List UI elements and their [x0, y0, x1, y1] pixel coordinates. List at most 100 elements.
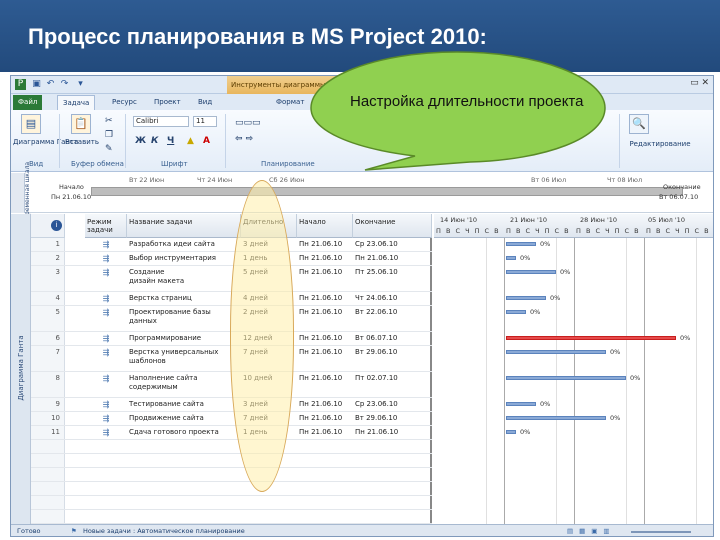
gantt-view-icon[interactable]: ▤ [21, 114, 41, 134]
tab-file[interactable]: Файл [13, 95, 43, 110]
tab-format[interactable]: Формат [271, 95, 309, 110]
task-start[interactable]: Пн 21.06.10 [297, 266, 353, 279]
undo-icon[interactable]: ↶ [45, 79, 56, 90]
task-start[interactable]: Пн 21.06.10 [297, 412, 353, 425]
task-name[interactable]: Сдача готового проекта [127, 426, 241, 439]
gantt-bar[interactable] [506, 256, 516, 260]
task-start[interactable]: Пн 21.06.10 [297, 252, 353, 265]
save-icon[interactable]: ▣ [31, 79, 42, 90]
task-end[interactable]: Вт 29.06.10 [353, 346, 413, 359]
timeline[interactable]: Временная шкала Вт 22 Июн Чт 24 Июн Сб 2… [11, 162, 713, 219]
task-end[interactable]: Пт 25.06.10 [353, 266, 413, 279]
bold-button[interactable]: Ж [135, 136, 146, 146]
gantt-bar[interactable] [506, 296, 546, 300]
task-end[interactable]: Вт 29.06.10 [353, 412, 413, 425]
task-name[interactable]: Наполнение сайта содержимым [127, 372, 241, 394]
task-start[interactable]: Пн 21.06.10 [297, 398, 353, 411]
task-end[interactable]: Чт 24.06.10 [353, 292, 413, 305]
gantt-bar[interactable] [506, 310, 526, 314]
tab-task[interactable]: Задача [57, 95, 96, 110]
edit-button[interactable]: Редактирование [625, 140, 695, 148]
task-start[interactable]: Пн 21.06.10 [297, 306, 353, 319]
table-row[interactable]: 10⇶Продвижение сайта7 днейПн 21.06.10Вт … [31, 412, 432, 426]
task-end[interactable]: Вт 22.06.10 [353, 306, 413, 319]
task-name[interactable]: Выбор инструментария [127, 252, 241, 265]
task-end[interactable]: Вт 06.07.10 [353, 332, 413, 345]
font-color-icon[interactable]: A [203, 136, 210, 146]
task-name[interactable]: Верстка универсальных шаблонов [127, 346, 241, 368]
find-icon[interactable]: 🔍 [629, 114, 649, 134]
task-end[interactable]: Ср 23.06.10 [353, 398, 413, 411]
table-row[interactable]: 1⇶Разработка идеи сайта3 днейПн 21.06.10… [31, 238, 432, 252]
cut-icon[interactable]: ✂ [105, 116, 113, 126]
window-controls-icon[interactable]: ▭ ✕ [690, 78, 709, 88]
tab-view[interactable]: Вид [193, 95, 217, 110]
task-name[interactable]: Проектирование базы данных [127, 306, 241, 328]
redo-icon[interactable]: ↷ [59, 79, 70, 90]
table-row[interactable]: 2⇶Выбор инструментария1 деньПн 21.06.10П… [31, 252, 432, 266]
fill-color-icon[interactable]: ▲ [187, 136, 194, 146]
row-id [31, 440, 65, 453]
font-size-combo[interactable]: 11 [193, 116, 217, 127]
italic-button[interactable]: К [151, 136, 158, 146]
zoom-slider[interactable] [631, 531, 691, 533]
task-name[interactable]: Верстка страниц [127, 292, 241, 305]
view-shortcuts-icon[interactable]: ▤▦▣▥ [567, 525, 616, 536]
task-end[interactable]: Пн 21.06.10 [353, 252, 413, 265]
column-header-start[interactable]: Начало [297, 214, 353, 238]
gantt-chart[interactable]: 14 Июн '10 21 Июн '10 28 Июн '10 05 Июл … [434, 214, 713, 524]
task-start[interactable]: Пн 21.06.10 [297, 346, 353, 359]
gantt-bar[interactable] [506, 350, 606, 354]
font-name-combo[interactable]: Calibri [133, 116, 189, 127]
auto-schedule-icon: ⇶ [102, 348, 110, 357]
task-start[interactable]: Пн 21.06.10 [297, 372, 353, 385]
row-id: 8 [31, 372, 65, 397]
task-name[interactable]: Программирование [127, 332, 241, 345]
task-start[interactable]: Пн 21.06.10 [297, 238, 353, 251]
empty-row[interactable] [31, 482, 432, 496]
tab-project[interactable]: Проект [149, 95, 186, 110]
gantt-bar[interactable] [506, 402, 536, 406]
task-end[interactable]: Ср 23.06.10 [353, 238, 413, 251]
gantt-view-button[interactable]: Диаграмма Ганта [13, 138, 78, 146]
paste-icon[interactable]: 📋 [71, 114, 91, 134]
gantt-week-label: 05 Июл '10 [648, 216, 685, 224]
task-end[interactable]: Пт 02.07.10 [353, 372, 413, 385]
tab-resource[interactable]: Ресурс [107, 95, 142, 110]
task-start[interactable]: Пн 21.06.10 [297, 332, 353, 345]
empty-row[interactable] [31, 496, 432, 510]
format-painter-icon[interactable]: ✎ [105, 144, 113, 154]
column-header-mode[interactable]: Режим задачи [85, 214, 127, 238]
column-header-end[interactable]: Окончание [353, 214, 432, 238]
underline-button[interactable]: Ч [167, 136, 174, 146]
task-name[interactable]: Создание дизайн макета [127, 266, 241, 288]
column-header-name[interactable]: Название задачи [127, 214, 241, 238]
timeline-bar[interactable] [91, 187, 683, 196]
empty-row[interactable] [31, 510, 432, 524]
empty-row[interactable] [31, 440, 432, 454]
empty-row[interactable] [31, 468, 432, 482]
paste-button[interactable]: Вставить [65, 138, 99, 146]
table-row[interactable]: 11⇶Сдача готового проекта1 деньПн 21.06.… [31, 426, 432, 440]
status-new-tasks[interactable]: Новые задачи : Автоматическое планирован… [83, 525, 245, 536]
gantt-bar[interactable] [506, 270, 556, 274]
schedule-progress-icon[interactable]: ▭▭▭ [235, 118, 261, 128]
app-icon[interactable]: P [15, 79, 26, 90]
indent-icon[interactable]: ⇦ ⇨ [235, 134, 253, 144]
select-all-corner[interactable]: i [31, 214, 65, 238]
gantt-bar-critical[interactable] [506, 336, 676, 340]
copy-icon[interactable]: ❐ [105, 130, 113, 140]
task-start[interactable]: Пн 21.06.10 [297, 292, 353, 305]
gantt-bar[interactable] [506, 416, 606, 420]
task-name[interactable]: Тестирование сайта [127, 398, 241, 411]
new-tasks-icon[interactable]: ⚑ [71, 525, 77, 536]
gantt-bar[interactable] [506, 376, 626, 380]
task-start[interactable]: Пн 21.06.10 [297, 426, 353, 439]
empty-row[interactable] [31, 454, 432, 468]
gantt-bar[interactable] [506, 242, 536, 246]
task-end[interactable]: Пн 21.06.10 [353, 426, 413, 439]
gantt-bar[interactable] [506, 430, 516, 434]
task-name[interactable]: Разработка идеи сайта [127, 238, 241, 251]
customize-toolbar-icon[interactable]: ▾ [75, 79, 86, 90]
task-name[interactable]: Продвижение сайта [127, 412, 241, 425]
